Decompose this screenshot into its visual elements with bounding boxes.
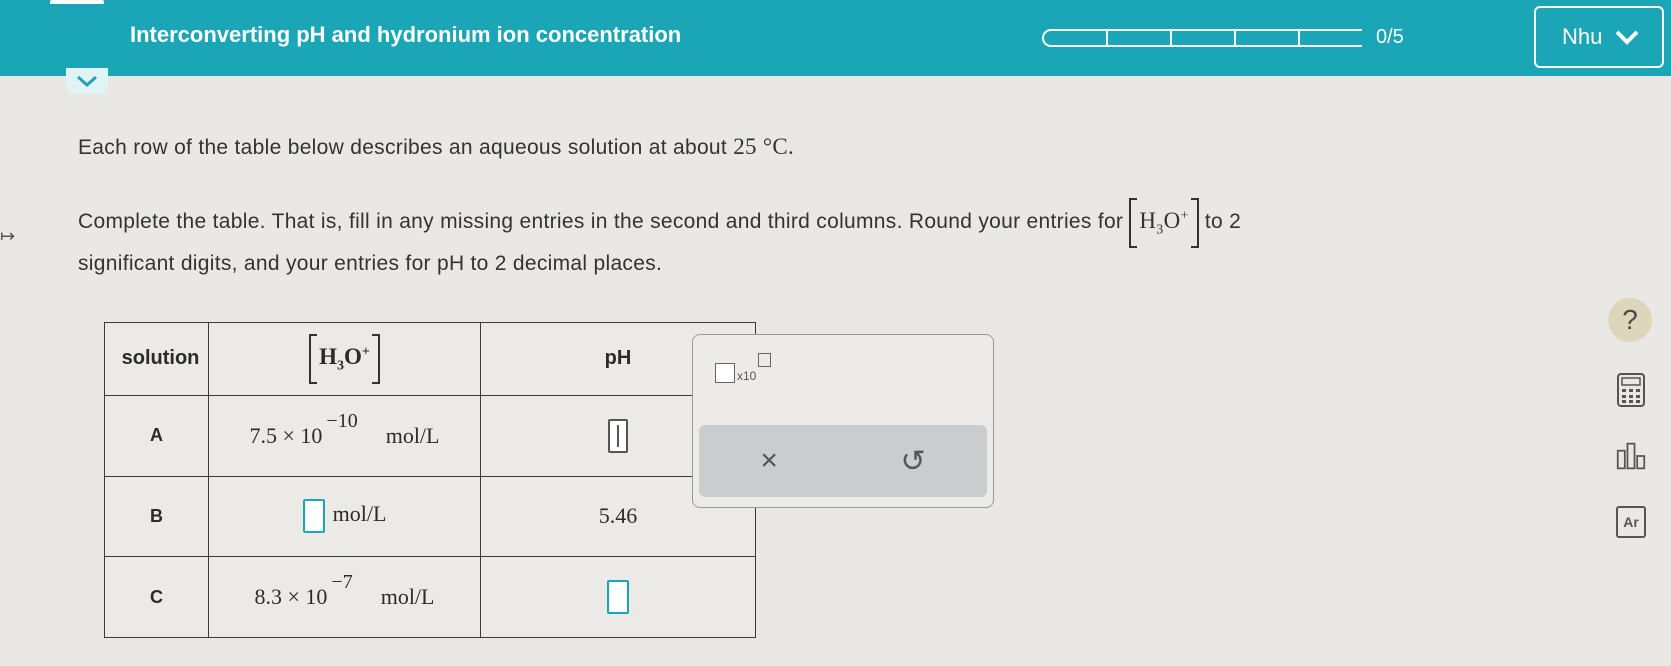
exponent-box-icon xyxy=(758,353,772,367)
hydronium-value: 8.3 × 10−7 xyxy=(254,571,353,610)
progress-segment xyxy=(1298,28,1362,47)
problem-line-1: Each row of the table below describes an… xyxy=(78,134,794,160)
user-menu-button[interactable]: Nhu xyxy=(1534,6,1664,68)
x10-label: x10 xyxy=(737,369,757,383)
bar-chart-icon xyxy=(1616,442,1646,470)
hydronium-cell: 8.3 × 10−7 mol/L xyxy=(208,556,481,638)
ph-input[interactable] xyxy=(608,418,628,453)
calculator-button[interactable] xyxy=(1616,372,1646,408)
problem-text: to 2 xyxy=(1204,210,1242,233)
help-button[interactable]: ? xyxy=(1608,298,1652,342)
action-bar: × ↺ xyxy=(699,425,987,497)
periodic-table-icon: Ar xyxy=(1616,506,1646,538)
problem-text: Complete the table. That is, fill in any… xyxy=(78,210,1130,233)
periodic-table-button[interactable]: Ar xyxy=(1616,504,1646,540)
hydronium-cell: mol/L xyxy=(208,475,481,558)
progress-count: 0/5 xyxy=(1376,26,1404,48)
problem-line-2: Complete the table. That is, fill in any… xyxy=(78,198,1242,248)
progress-segment xyxy=(1170,28,1234,47)
arrow-right-icon: ↦ xyxy=(0,226,16,246)
progress-segment xyxy=(1234,28,1298,47)
temperature: 25 °C. xyxy=(733,134,795,159)
progress-bar: 0/5 xyxy=(1042,26,1404,49)
hydronium-input[interactable] xyxy=(302,499,325,534)
side-toolbar: ? Ar xyxy=(1602,298,1658,540)
hydronium-cell: 7.5 × 10−10 mol/L xyxy=(208,394,481,477)
mantissa-box-icon xyxy=(715,363,735,383)
unit-label: mol/L xyxy=(380,584,435,610)
user-name: Nhu xyxy=(1562,24,1603,49)
collapse-toggle[interactable] xyxy=(66,68,108,94)
column-header-solution: solution xyxy=(104,322,209,396)
row-label: C xyxy=(104,556,209,638)
page-title: Interconverting pH and hydronium ion con… xyxy=(130,22,682,47)
ph-value: 5.46 xyxy=(598,503,638,529)
top-bar: Interconverting pH and hydronium ion con… xyxy=(0,0,1671,76)
hydronium-formula: H3O+ xyxy=(1129,198,1199,248)
unit-label: mol/L xyxy=(385,422,440,448)
progress-segment xyxy=(1042,28,1106,47)
table-header-row: solution H3O+ pH xyxy=(104,322,756,396)
chevron-down-icon xyxy=(1615,30,1639,45)
data-chart-button[interactable] xyxy=(1616,438,1646,474)
clear-button[interactable]: × xyxy=(760,444,778,478)
table-row: C 8.3 × 10−7 mol/L xyxy=(104,556,756,638)
row-label: A xyxy=(104,394,209,477)
progress-segment xyxy=(1106,28,1170,47)
menu-icon[interactable] xyxy=(50,0,104,10)
table-row: A 7.5 × 10−10 mol/L xyxy=(104,394,756,477)
answer-table: solution H3O+ pH A 7.5 × 10−10 mol/L B mo… xyxy=(104,322,756,638)
hydronium-value: 7.5 × 10−10 xyxy=(249,409,358,448)
scientific-notation-button[interactable]: x10 xyxy=(715,353,772,383)
ph-input[interactable] xyxy=(607,580,629,615)
row-label: B xyxy=(104,475,209,558)
problem-line-3: significant digits, and your entries for… xyxy=(78,252,663,275)
problem-text: Each row of the table below describes an… xyxy=(78,136,734,159)
unit-label: mol/L xyxy=(332,500,387,526)
table-row: B mol/L 5.46 xyxy=(104,475,756,558)
chevron-down-icon xyxy=(77,75,97,88)
calculator-icon xyxy=(1617,373,1645,407)
ph-cell xyxy=(480,556,756,638)
column-header-hydronium: H3O+ xyxy=(208,322,481,396)
hydronium-formula: H3O+ xyxy=(309,333,380,384)
math-toolbox: x10 × ↺ xyxy=(692,334,994,508)
undo-button[interactable]: ↺ xyxy=(901,444,926,479)
